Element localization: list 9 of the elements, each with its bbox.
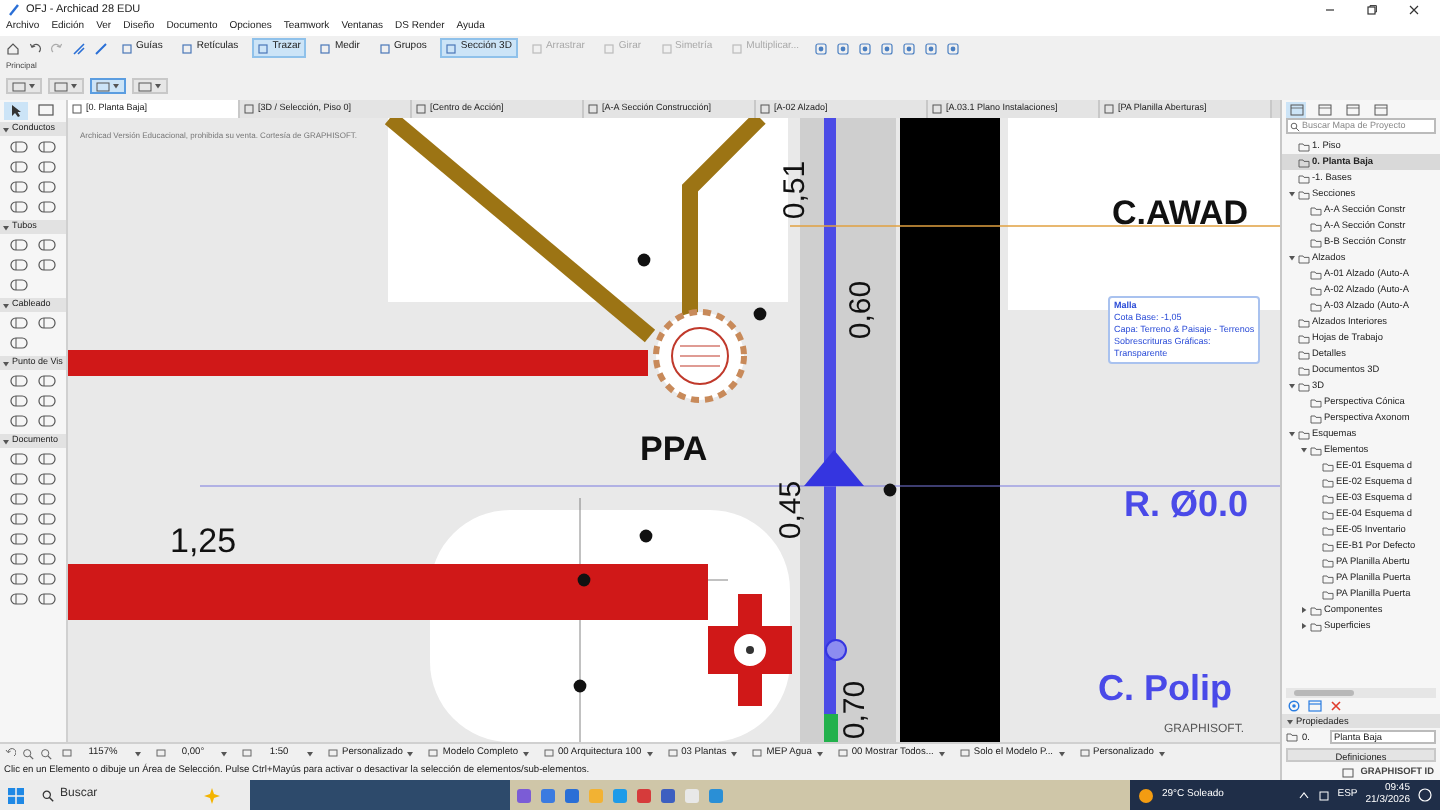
dimension-text: 0,70 bbox=[838, 680, 872, 740]
dimension-text: 0,45 bbox=[774, 480, 808, 540]
dimension-text: 0,60 bbox=[844, 280, 878, 340]
annotation-text: C. Polip bbox=[1098, 668, 1232, 708]
annotation-text: PPA bbox=[640, 430, 708, 468]
annotation-text: C.AWAD bbox=[1112, 194, 1248, 232]
annotation-text: R. Ø0.0 bbox=[1124, 484, 1249, 524]
dimension-text: 0,51 bbox=[778, 160, 812, 220]
annotation-text: 1,25 bbox=[170, 522, 237, 560]
